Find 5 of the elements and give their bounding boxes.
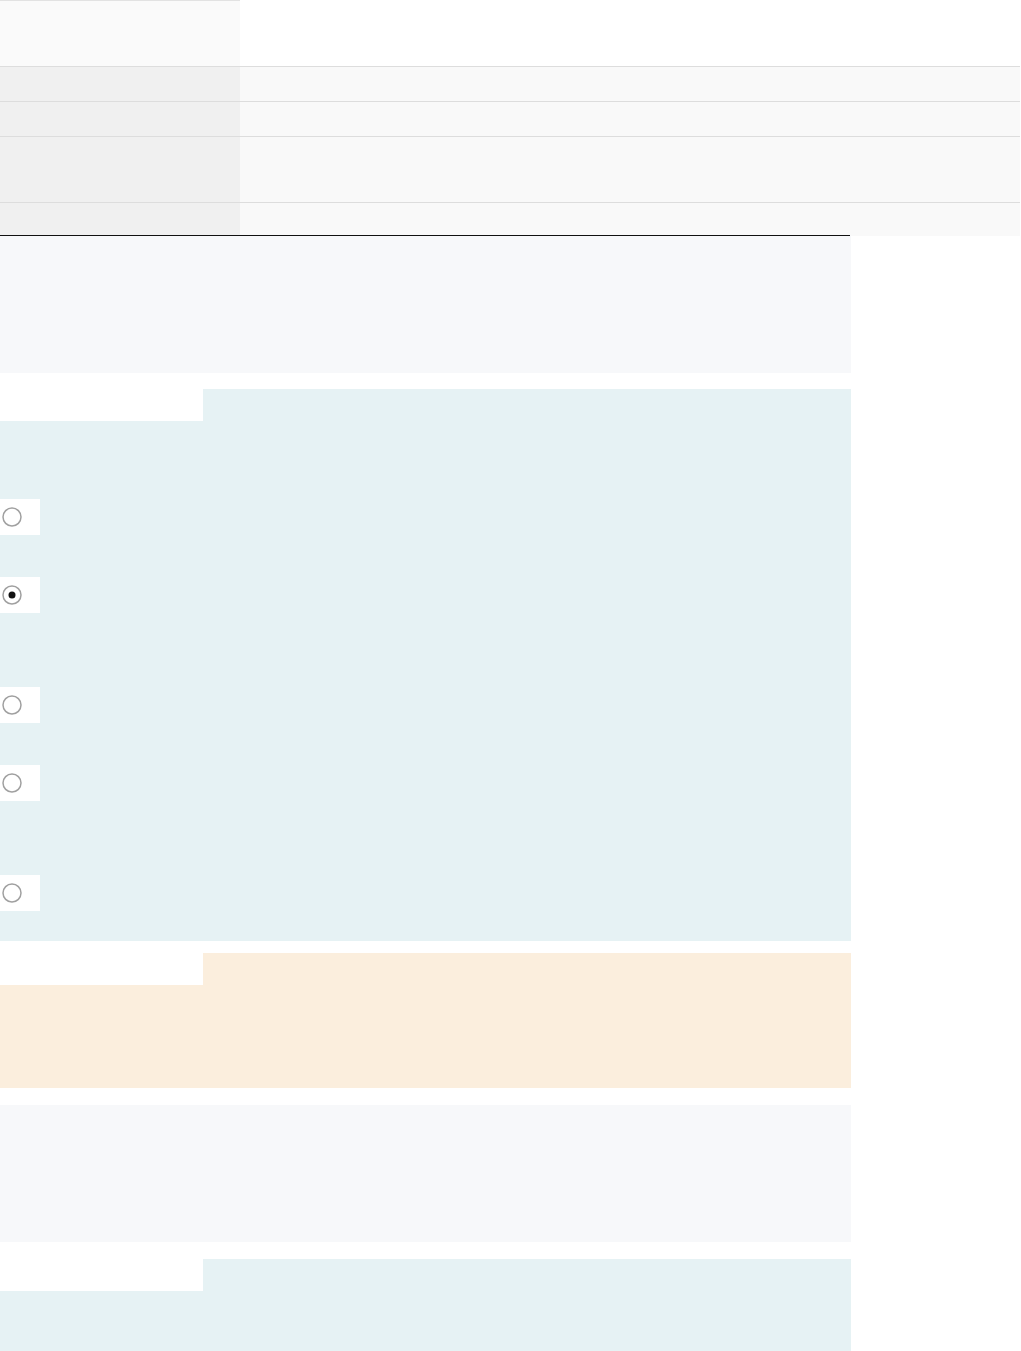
- radio-button[interactable]: [0, 499, 40, 535]
- radio-button[interactable]: [0, 687, 40, 723]
- radio-button[interactable]: [0, 765, 40, 801]
- radio-button[interactable]: [0, 875, 40, 911]
- radio-button[interactable]: [0, 577, 40, 613]
